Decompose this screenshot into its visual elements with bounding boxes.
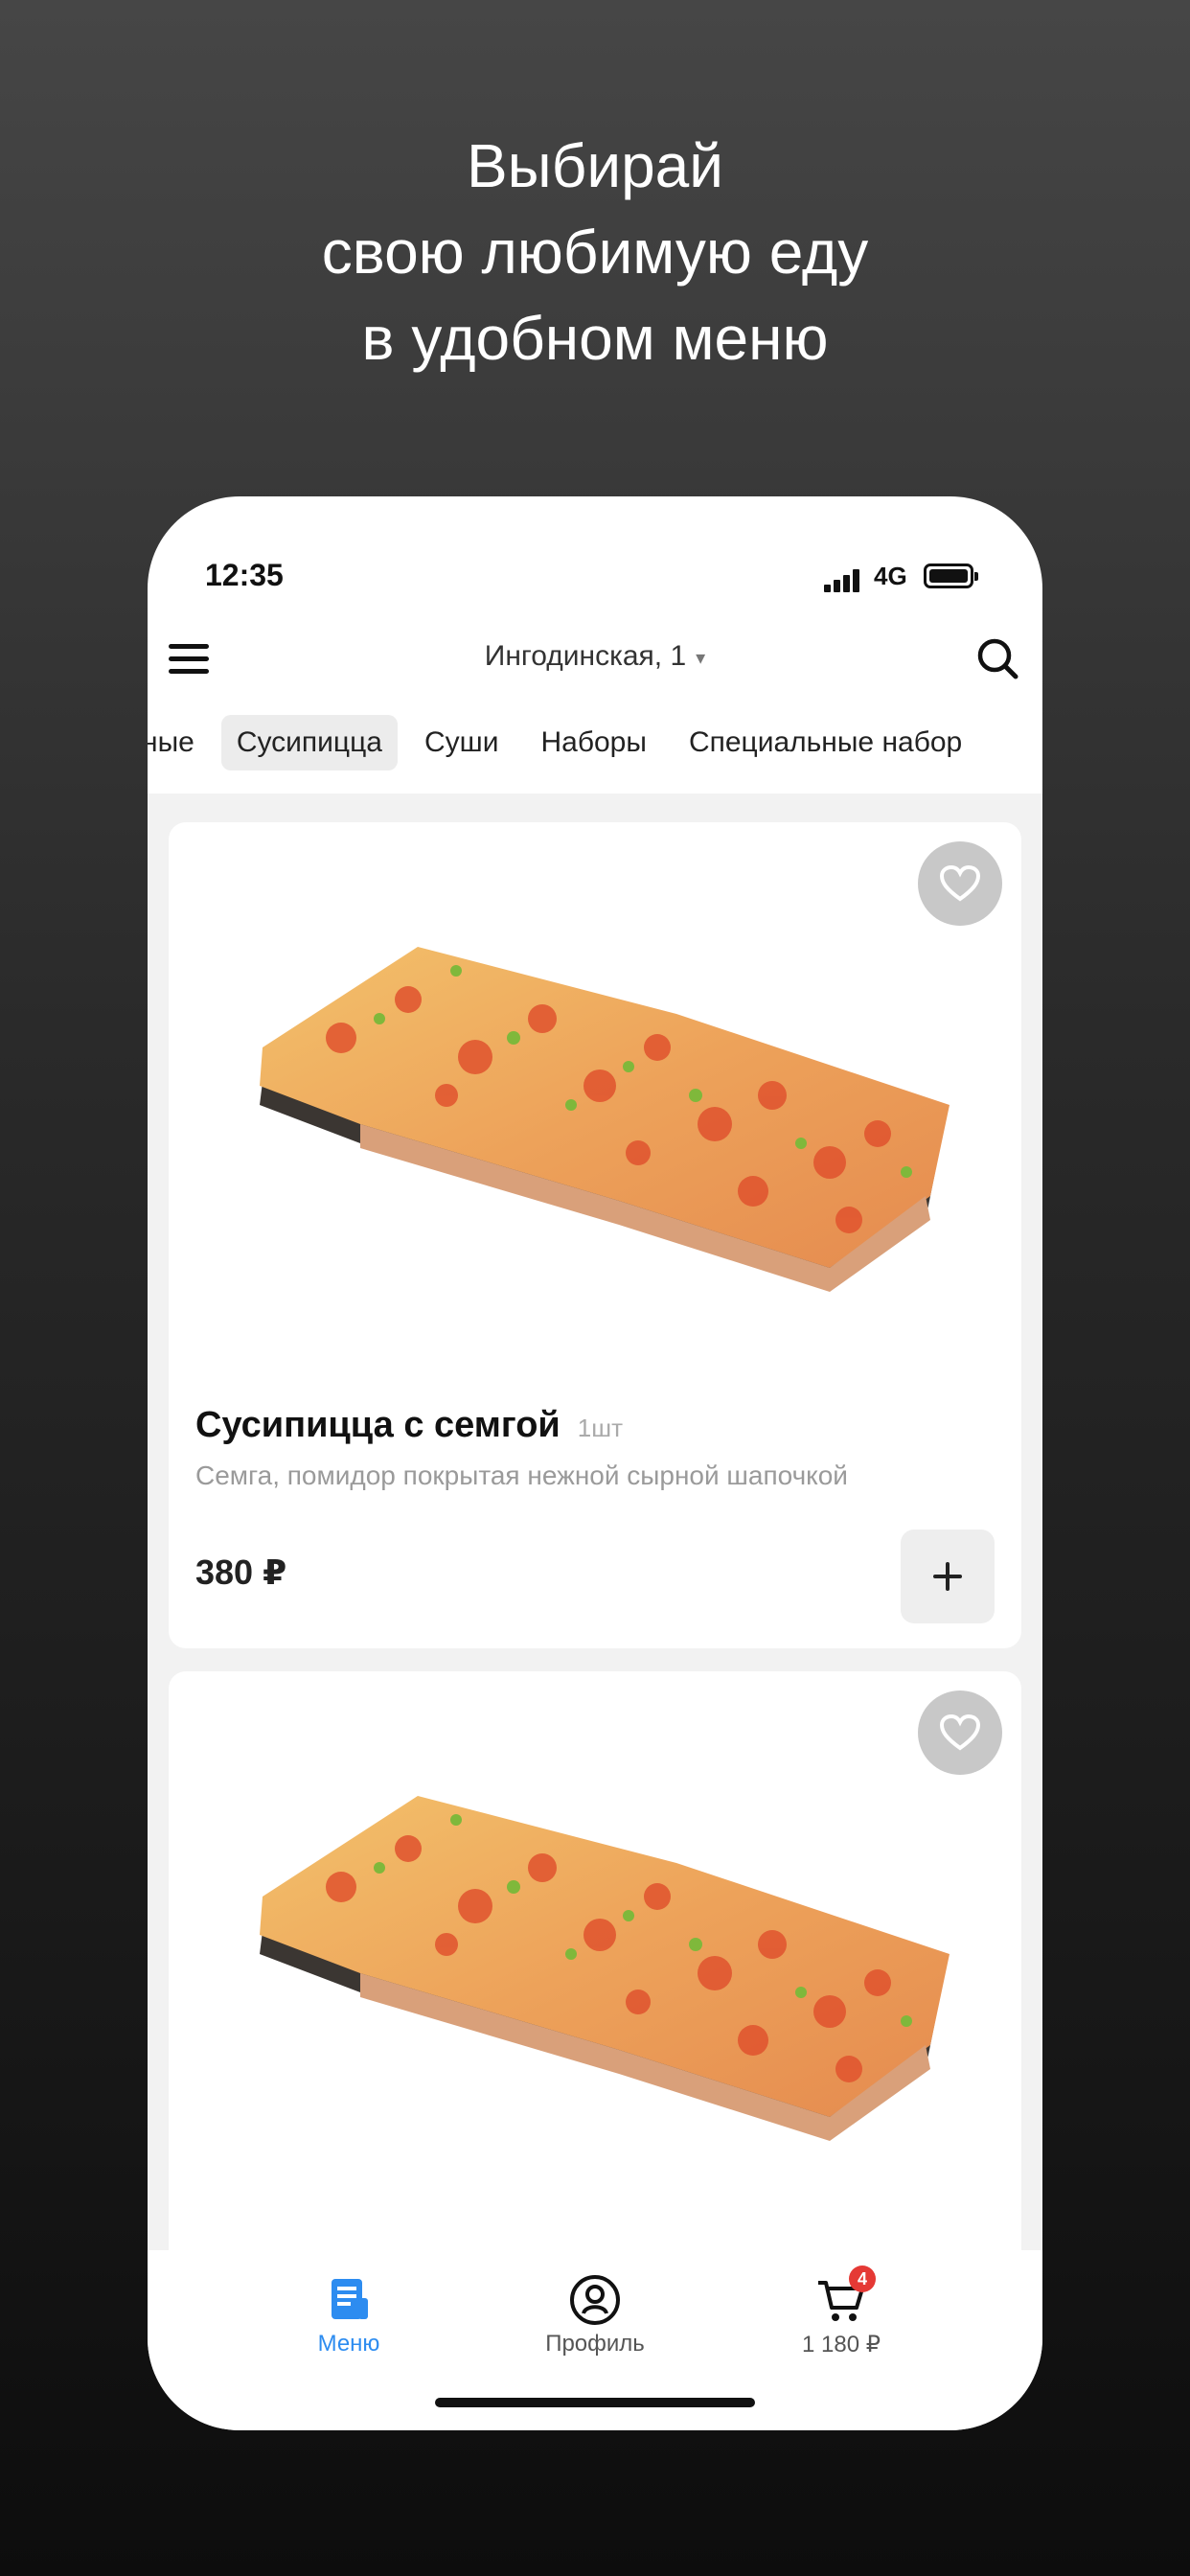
network-label: 4G xyxy=(874,562,907,590)
tab-menu[interactable]: Меню xyxy=(253,2273,445,2358)
product-title: Сусипицца с семгой 1шт xyxy=(195,1405,623,1446)
tab-susipizza[interactable]: Сусипицца xyxy=(220,715,398,770)
tab-special-sets[interactable]: Специальные набор xyxy=(674,715,977,770)
tab-cart-label: 1 180 ₽ xyxy=(802,2332,881,2358)
product-list[interactable]: Сусипицца с семгой 1шт Семга, помидор пок… xyxy=(148,794,1042,2298)
battery-icon xyxy=(924,564,978,588)
signal-icon xyxy=(824,569,862,592)
heart-icon xyxy=(939,864,981,902)
address-label: Ингодинская, 1 xyxy=(484,640,687,672)
cart-icon: 4 xyxy=(814,2266,876,2327)
promo-headline: Выбирай свою любимую еду в удобном меню xyxy=(0,123,1190,381)
address-selector[interactable]: Ингодинская, 1 ▾ xyxy=(148,640,1042,673)
category-tabs: ные Сусипицца Суши Наборы Специальные на… xyxy=(148,709,1042,786)
tab-category-partial[interactable]: ные xyxy=(148,715,210,770)
tab-sushi[interactable]: Суши xyxy=(409,715,515,770)
product-card[interactable] xyxy=(169,1671,1021,2298)
product-name: Сусипицца с семгой xyxy=(195,1405,561,1445)
product-image xyxy=(260,1796,950,2141)
product-price: 380 ₽ xyxy=(195,1552,287,1592)
cart-badge: 4 xyxy=(849,2266,876,2292)
product-image xyxy=(260,947,950,1292)
tab-menu-label: Меню xyxy=(317,2331,380,2357)
product-card[interactable]: Сусипицца с семгой 1шт Семга, помидор пок… xyxy=(169,822,1021,1648)
menu-doc-icon xyxy=(322,2273,376,2327)
product-description: Семга, помидор покрытая нежной сырной ша… xyxy=(195,1460,848,1490)
chevron-down-icon: ▾ xyxy=(696,647,706,669)
tab-profile[interactable]: Профиль xyxy=(499,2273,691,2358)
heart-icon xyxy=(939,1714,981,1751)
status-bar: 12:35 4G xyxy=(148,540,1042,610)
promo-line-3: в удобном меню xyxy=(361,304,829,373)
tab-cart[interactable]: 4 1 180 ₽ xyxy=(745,2266,937,2358)
home-indicator xyxy=(435,2398,755,2407)
promo-line-2: свою любимую еду xyxy=(321,218,869,287)
search-icon[interactable] xyxy=(973,634,1021,682)
top-nav: Ингодинская, 1 ▾ xyxy=(148,611,1042,717)
tab-profile-label: Профиль xyxy=(545,2331,645,2357)
tab-sets[interactable]: Наборы xyxy=(525,715,661,770)
status-time: 12:35 xyxy=(205,558,284,592)
profile-icon xyxy=(568,2273,622,2327)
promo-line-1: Выбирай xyxy=(466,131,724,200)
phone-screen: 12:35 4G Ингодинская, 1 ▾ ные Сусипицца … xyxy=(148,496,1042,2430)
add-to-cart-button[interactable] xyxy=(901,1530,995,1623)
product-quantity: 1шт xyxy=(577,1414,624,1442)
